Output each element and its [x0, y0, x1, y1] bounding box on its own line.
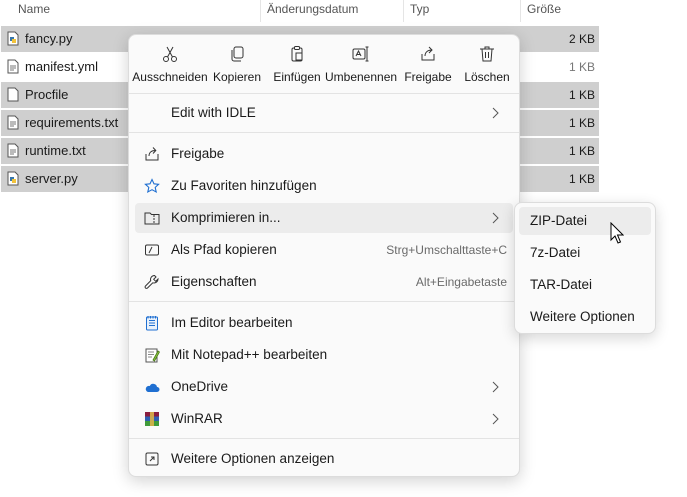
copy-button[interactable]: Kopieren: [209, 41, 265, 89]
submenu-item-more[interactable]: Weitere Optionen: [519, 303, 651, 331]
expand-icon: [145, 452, 159, 466]
rename-button[interactable]: Umbenennen: [325, 41, 397, 89]
column-header: Name Änderungsdatum Typ Größe: [0, 0, 687, 22]
menu-item-notepadpp[interactable]: Mit Notepad++ bearbeiten: [135, 340, 513, 370]
blank-file-icon: [7, 87, 19, 102]
menu-item-label: Freigabe: [171, 146, 225, 161]
chevron-right-icon: [492, 107, 499, 119]
submenu-item-zip[interactable]: ZIP-Datei: [519, 207, 651, 235]
paste-label: Einfügen: [273, 70, 321, 84]
file-name: runtime.txt: [25, 143, 86, 158]
notepad-icon: [146, 316, 158, 331]
menu-item-compress[interactable]: Komprimieren in...: [135, 203, 513, 233]
submenu-item-label: 7z-Datei: [530, 245, 581, 260]
share-button[interactable]: Freigabe: [401, 41, 455, 89]
submenu-item-7z[interactable]: 7z-Datei: [519, 239, 651, 267]
context-menu: Ausschneiden Kopieren Einfügen Umbenenne…: [128, 34, 520, 477]
path-icon: [145, 244, 159, 256]
zip-folder-icon: [144, 212, 160, 225]
menu-item-label: Als Pfad kopieren: [171, 242, 277, 257]
chevron-right-icon: [492, 212, 499, 224]
menu-item-label: WinRAR: [171, 411, 223, 426]
menu-divider: [129, 438, 519, 439]
python-file-icon: [7, 31, 19, 46]
wrench-icon: [144, 274, 159, 289]
menu-item-label: OneDrive: [171, 379, 229, 394]
copy-icon: [231, 46, 244, 62]
delete-button[interactable]: Löschen: [459, 41, 515, 89]
file-size: 2 KB: [568, 32, 595, 46]
cut-label: Ausschneiden: [132, 70, 208, 84]
menu-item-label: Komprimieren in...: [171, 210, 281, 225]
delete-label: Löschen: [464, 70, 510, 84]
rename-icon: [352, 46, 369, 62]
file-size: 1 KB: [568, 116, 595, 130]
share-icon: [145, 147, 159, 161]
menu-item-more-options[interactable]: Weitere Optionen anzeigen: [135, 444, 513, 474]
file-size: 1 KB: [568, 144, 595, 158]
python-file-icon: [7, 171, 19, 186]
menu-item-winrar[interactable]: WinRAR: [135, 404, 513, 434]
winrar-icon: [145, 412, 159, 426]
menu-item-onedrive[interactable]: OneDrive: [135, 372, 513, 402]
column-size[interactable]: Größe: [520, 0, 600, 22]
column-date[interactable]: Änderungsdatum: [260, 0, 403, 22]
menu-item-label: Zu Favoriten hinzufügen: [171, 178, 317, 193]
file-name: requirements.txt: [25, 115, 119, 130]
submenu-item-label: TAR-Datei: [530, 277, 593, 292]
menu-item-label: Edit with IDLE: [171, 105, 256, 120]
menu-item-label: Mit Notepad++ bearbeiten: [171, 347, 328, 362]
text-file-icon: [7, 59, 19, 74]
cut-button[interactable]: Ausschneiden: [131, 41, 209, 89]
rename-label: Umbenennen: [325, 70, 398, 84]
copy-label: Kopieren: [212, 70, 262, 84]
menu-item-edit-editor[interactable]: Im Editor bearbeiten: [135, 308, 513, 338]
menu-item-label: Eigenschaften: [171, 274, 257, 289]
menu-divider: [129, 132, 519, 133]
share-icon: [421, 46, 435, 61]
context-toolbar: Ausschneiden Kopieren Einfügen Umbenenne…: [129, 35, 519, 93]
submenu-item-tar[interactable]: TAR-Datei: [519, 271, 651, 299]
menu-item-favorites[interactable]: Zu Favoriten hinzufügen: [135, 171, 513, 201]
submenu-item-label: ZIP-Datei: [530, 213, 588, 228]
chevron-right-icon: [492, 381, 499, 393]
menu-item-copy-path[interactable]: Als Pfad kopieren Strg+Umschalttaste+C: [135, 235, 513, 265]
text-file-icon: [7, 143, 19, 158]
file-size: 1 KB: [568, 60, 595, 74]
file-name: Procfile: [25, 87, 69, 102]
paste-button[interactable]: Einfügen: [269, 41, 325, 89]
menu-item-shortcut: Alt+Eingabetaste: [415, 275, 507, 289]
menu-item-share[interactable]: Freigabe: [135, 139, 513, 169]
clipboard-icon: [291, 46, 303, 62]
submenu-item-label: Weitere Optionen: [530, 309, 635, 324]
file-name: server.py: [25, 171, 78, 186]
file-size: 1 KB: [568, 88, 595, 102]
menu-item-label: Im Editor bearbeiten: [171, 315, 293, 330]
column-type[interactable]: Typ: [403, 0, 520, 22]
menu-divider: [129, 93, 519, 94]
notepadpp-icon: [145, 348, 160, 363]
mouse-cursor-icon: [610, 222, 624, 244]
file-name: manifest.yml: [25, 59, 98, 74]
file-name: fancy.py: [25, 31, 73, 46]
text-file-icon: [7, 115, 19, 130]
scissors-icon: [163, 46, 177, 62]
file-size: 1 KB: [568, 172, 595, 186]
menu-item-properties[interactable]: Eigenschaften Alt+Eingabetaste: [135, 267, 513, 297]
column-name[interactable]: Name: [12, 0, 260, 22]
trash-icon: [480, 46, 494, 62]
menu-item-edit-idle[interactable]: Edit with IDLE: [135, 98, 513, 128]
star-icon: [144, 178, 160, 194]
cloud-icon: [145, 383, 160, 392]
share-label: Freigabe: [404, 70, 452, 84]
menu-item-shortcut: Strg+Umschalttaste+C: [386, 243, 507, 257]
menu-divider: [129, 301, 519, 302]
menu-item-label: Weitere Optionen anzeigen: [171, 451, 335, 466]
compress-submenu: ZIP-Datei 7z-Datei TAR-Datei Weitere Opt…: [514, 202, 656, 334]
chevron-right-icon: [492, 413, 499, 425]
